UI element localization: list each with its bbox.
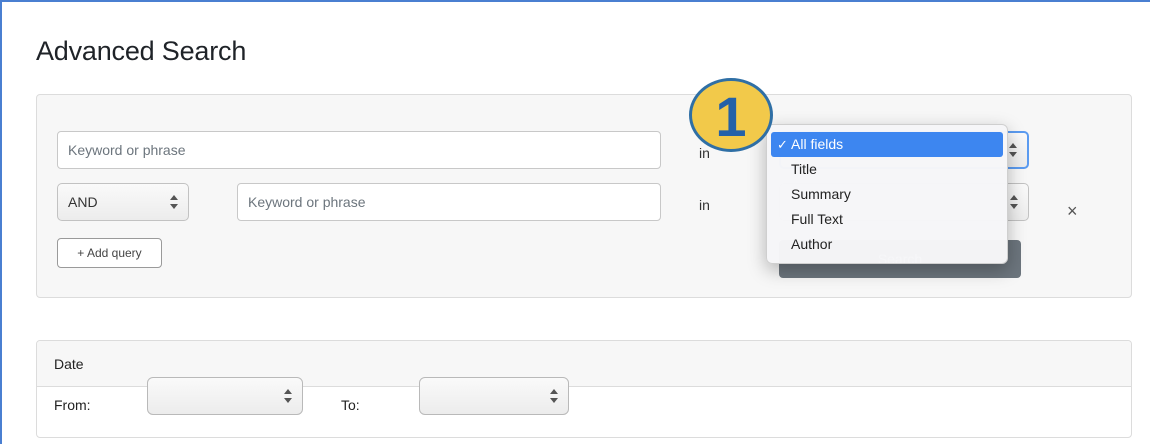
select-arrows-icon (284, 389, 292, 403)
select-arrows-icon (1010, 195, 1018, 209)
select-arrows-icon (550, 389, 558, 403)
in-label-2: in (699, 197, 710, 213)
field-dropdown-menu: ✓ All fields Title Summary Full Text Aut… (766, 124, 1008, 264)
remove-query-icon[interactable]: × (1067, 201, 1078, 222)
to-date-select[interactable] (419, 377, 569, 415)
boolean-operator-value: AND (68, 194, 98, 210)
select-arrows-icon (170, 195, 178, 209)
date-panel: Date From: To: (36, 340, 1132, 438)
dropdown-option-full-text[interactable]: Full Text (767, 207, 1007, 232)
frame-left-border (0, 0, 2, 444)
keyword-input-2[interactable]: Keyword or phrase (237, 183, 661, 221)
frame-top-border (0, 0, 1150, 2)
checkmark-icon: ✓ (777, 137, 788, 152)
add-query-button[interactable]: + Add query (57, 238, 162, 268)
select-arrows-icon (1009, 143, 1017, 157)
dropdown-option-title[interactable]: Title (767, 157, 1007, 182)
from-date-select[interactable] (147, 377, 303, 415)
keyword-input-1[interactable]: Keyword or phrase (57, 131, 661, 169)
in-label-1: in (699, 145, 710, 161)
dropdown-option-all-fields[interactable]: ✓ All fields (771, 132, 1003, 157)
to-label: To: (341, 397, 360, 413)
from-label: From: (54, 397, 91, 413)
step-number-badge: 1 (689, 78, 773, 152)
dropdown-option-author[interactable]: Author (767, 232, 1007, 257)
page-title: Advanced Search (36, 36, 247, 66)
dropdown-option-summary[interactable]: Summary (767, 182, 1007, 207)
boolean-operator-select[interactable]: AND (57, 183, 189, 221)
